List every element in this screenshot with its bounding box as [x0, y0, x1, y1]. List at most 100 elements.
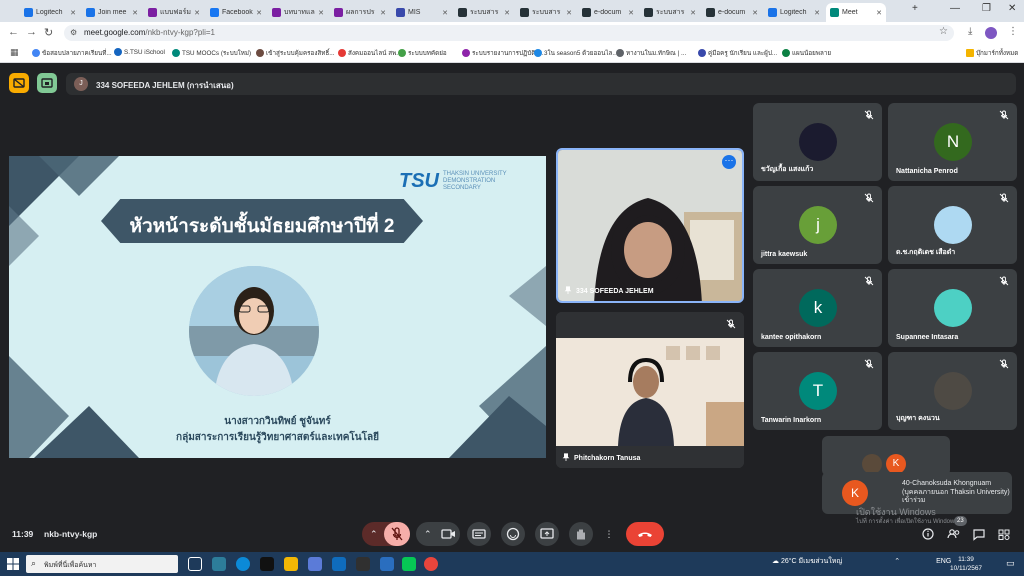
bookmark-item[interactable]: คู่มือครู นักเรียน และผู้ป...	[698, 48, 777, 58]
camera-toggle-button[interactable]	[436, 522, 460, 546]
widgets-icon[interactable]	[212, 557, 226, 571]
raise-hand-button[interactable]	[569, 522, 593, 546]
browser-tab[interactable]: Logitech ✕	[20, 3, 80, 22]
overflow-participants-tile[interactable]: K	[822, 436, 950, 476]
bookmark-item[interactable]: แผนน้อยพลาย	[782, 48, 831, 58]
tab-close-icon[interactable]: ✕	[442, 9, 448, 17]
activities-button[interactable]	[993, 522, 1015, 546]
browser-tab[interactable]: e-docum ✕	[702, 3, 762, 22]
profile-avatar[interactable]	[985, 27, 997, 39]
edge-icon[interactable]	[236, 557, 250, 571]
tab-close-icon[interactable]: ✕	[876, 9, 882, 17]
taskbar-clock[interactable]: 11:39 10/11/2567	[950, 555, 982, 573]
notifications-icon[interactable]: ▭	[1006, 558, 1015, 569]
tab-close-icon[interactable]: ✕	[504, 9, 510, 17]
leave-call-button[interactable]	[626, 522, 664, 546]
speaker-tile-sofeeda[interactable]: ··· 334 SOFEEDA JEHLEM	[556, 148, 744, 303]
site-info-icon[interactable]: ⚙	[70, 28, 77, 37]
pin-icon[interactable]	[564, 286, 572, 294]
tab-close-icon[interactable]: ✕	[628, 9, 634, 17]
browser-tab[interactable]: Logitech ✕	[764, 3, 824, 22]
maximize-icon[interactable]: ❐	[982, 3, 991, 14]
line-icon[interactable]	[402, 557, 416, 571]
tab-close-icon[interactable]: ✕	[380, 9, 386, 17]
tab-close-icon[interactable]: ✕	[752, 9, 758, 17]
bookmark-item[interactable]: TSU MOOCs (ระบบใหม่)	[172, 48, 251, 58]
reload-icon[interactable]: ↻	[44, 26, 53, 39]
minimize-icon[interactable]: —	[950, 3, 960, 14]
browser-tab[interactable]: MIS ✕	[392, 3, 452, 22]
camera-options-chevron-icon[interactable]: ⌃	[424, 522, 432, 546]
forward-icon[interactable]: →	[26, 26, 37, 38]
menu-kebab-icon[interactable]: ⋮	[1008, 26, 1018, 37]
tab-close-icon[interactable]: ✕	[690, 9, 696, 17]
new-tab-icon[interactable]: +	[912, 3, 918, 14]
tab-close-icon[interactable]: ✕	[194, 9, 200, 17]
participant-tile[interactable]: T Tanwarin Inarkorn	[753, 352, 882, 430]
bookmark-item[interactable]: ระบบบทคัดย่อ	[398, 48, 447, 58]
tab-close-icon[interactable]: ✕	[70, 9, 76, 17]
participant-tile[interactable]: j jittra kaewsuk	[753, 186, 882, 264]
bookmark-item[interactable]: เข้าสู่ระบบคุ้มครองสิทธิ์...	[256, 48, 335, 58]
browser-tab[interactable]: Join mee ✕	[82, 3, 142, 22]
tab-close-icon[interactable]: ✕	[566, 9, 572, 17]
bookmark-item[interactable]: ข้อสอบปลายภาคเรียนที่...	[32, 48, 112, 58]
browser-tab[interactable]: ผลการปร ✕	[330, 3, 390, 22]
tray-chevron-icon[interactable]: ⌃	[894, 558, 900, 565]
layout-button[interactable]	[37, 73, 57, 93]
tiktok-icon[interactable]	[260, 557, 274, 571]
pin-icon[interactable]	[562, 453, 570, 461]
tab-close-icon[interactable]: ✕	[256, 9, 262, 17]
tab-close-icon[interactable]: ✕	[132, 9, 138, 17]
participant-tile[interactable]: ขวัญเกื้อ แสงแก้ว	[753, 103, 882, 181]
download-icon[interactable]: ⤓	[968, 26, 972, 37]
browser-tab[interactable]: Meet ✕	[826, 3, 886, 22]
mic-options-chevron-icon[interactable]: ⌃	[370, 522, 378, 546]
task-view-icon[interactable]	[188, 557, 202, 571]
emoji-button[interactable]	[501, 522, 525, 546]
speaker-tile-phitchakorn[interactable]: Phitchakorn Tanusa	[556, 312, 744, 468]
tab-close-icon[interactable]: ✕	[318, 9, 324, 17]
more-options-icon[interactable]: ···	[722, 155, 736, 169]
back-icon[interactable]: ←	[8, 26, 19, 38]
mic-toggle-button[interactable]	[384, 522, 410, 546]
tab-close-icon[interactable]: ✕	[814, 9, 820, 17]
participant-tile[interactable]: ด.ช.กฤติเดช เสือดำ	[888, 186, 1017, 264]
participant-tile[interactable]: N Nattanicha Penrod	[888, 103, 1017, 181]
browser-tab[interactable]: แบบฟอร์ม ✕	[144, 3, 204, 22]
all-bookmarks[interactable]: บุ๊กมาร์กทั้งหมด	[966, 48, 1018, 58]
browser-tab[interactable]: ระบบสาร ✕	[640, 3, 700, 22]
present-button[interactable]	[535, 522, 559, 546]
chat-button[interactable]	[968, 522, 990, 546]
url-input[interactable]: ⚙ meet.google.com/nkb-ntvy-kgp?pli=1 ☆	[64, 25, 954, 41]
people-button[interactable]: 23	[942, 516, 967, 546]
browser-tab[interactable]: e-docum ✕	[578, 3, 638, 22]
presenter-toggle-button[interactable]	[9, 73, 29, 93]
word-icon[interactable]	[380, 557, 394, 571]
chrome-icon[interactable]	[424, 557, 438, 571]
captions-button[interactable]	[467, 522, 491, 546]
taskbar-search-input[interactable]: ⌕ พิมพ์ที่นี่เพื่อค้นหา	[26, 555, 178, 573]
browser-tab[interactable]: บทบาทแล ✕	[268, 3, 328, 22]
browser-tab[interactable]: ระบบสาร ✕	[516, 3, 576, 22]
bookmark-star-icon[interactable]: ☆	[939, 26, 948, 37]
browser-tab[interactable]: ระบบสาร ✕	[454, 3, 514, 22]
mail-icon[interactable]	[332, 557, 346, 571]
close-window-icon[interactable]: ✕	[1008, 3, 1016, 14]
bookmark-item[interactable]: หางานในม.ทักษิณ | ...	[616, 48, 686, 58]
windows-start-icon[interactable]	[7, 558, 19, 570]
participant-tile[interactable]: บุญฑา คงนวน	[888, 352, 1017, 430]
tv-app-icon[interactable]	[356, 557, 370, 571]
bookmark-item[interactable]: ระบบรายงานการปฏิบัติง...	[462, 48, 544, 58]
browser-tab[interactable]: Facebook ✕	[206, 3, 266, 22]
apps-grid-icon[interactable]: ▦	[10, 47, 19, 58]
bookmark-item[interactable]: 3ใน season5 ด้วยออนไล...	[534, 48, 618, 58]
more-options-button[interactable]: ⋮	[599, 522, 619, 546]
bookmark-item[interactable]: S.TSU iSchool	[114, 48, 165, 56]
file-explorer-icon[interactable]	[284, 557, 298, 571]
bookmark-item[interactable]: สังคมออนไลน์ สพ.	[338, 48, 398, 58]
store-icon[interactable]	[308, 557, 322, 571]
participant-tile[interactable]: Supannee Intasara	[888, 269, 1017, 347]
participant-tile[interactable]: k kantee opithakorn	[753, 269, 882, 347]
meeting-info-button[interactable]	[917, 522, 939, 546]
